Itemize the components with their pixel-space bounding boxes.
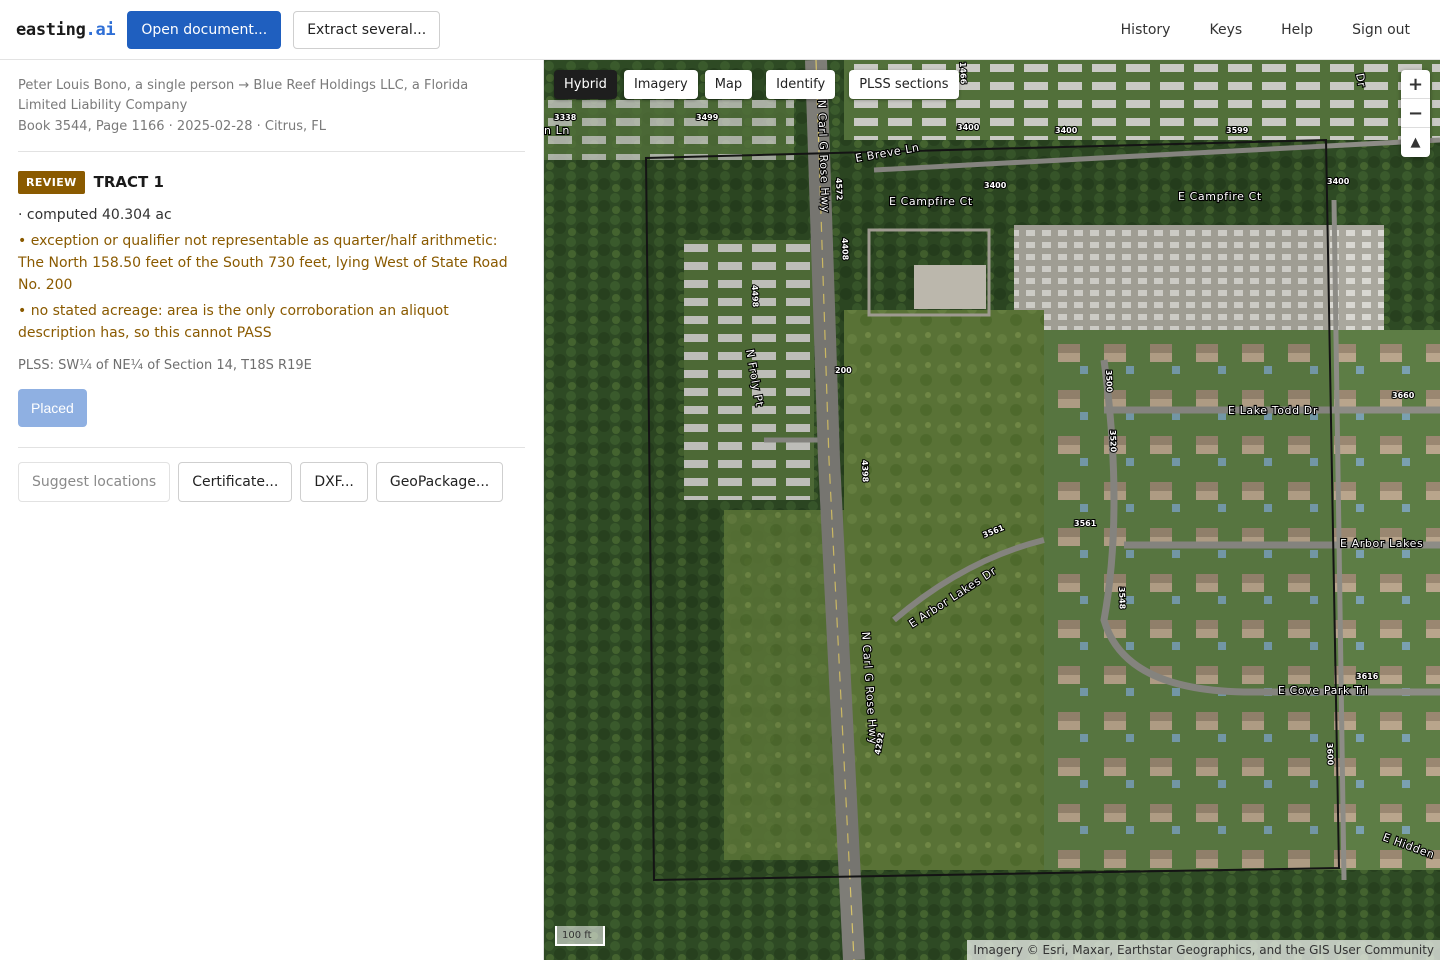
certificate-button[interactable]: Certificate... xyxy=(178,462,293,502)
plss-sections-button[interactable]: PLSS sections xyxy=(849,70,959,99)
plss-description: PLSS: SW¼ of NE¼ of Section 14, T18S R19… xyxy=(18,358,312,373)
tab-imagery[interactable]: Imagery xyxy=(623,70,698,99)
road-label: E Campfire Ct xyxy=(889,195,973,208)
address-number: 3500 xyxy=(1104,370,1114,393)
tab-hybrid[interactable]: Hybrid xyxy=(554,70,617,99)
address-number: 3561 xyxy=(1074,519,1097,528)
app-logo[interactable]: easting.ai xyxy=(16,19,116,40)
geopackage-button[interactable]: GeoPackage... xyxy=(375,462,504,502)
nav-help[interactable]: Help xyxy=(1281,22,1313,38)
address-number: 3499 xyxy=(696,113,719,122)
extract-several-button[interactable]: Extract several... xyxy=(293,10,441,49)
map-view[interactable]: E Breve Ln E Campfire Ct E Campfire Ct E… xyxy=(544,60,1440,960)
address-number: 3548 xyxy=(1117,587,1127,610)
address-number: 3660 xyxy=(1392,391,1415,400)
tract-header: REVIEW TRACT 1 xyxy=(18,170,525,194)
compass-reset-icon[interactable]: ▲ xyxy=(1401,128,1430,157)
address-number: 3599 xyxy=(1226,126,1249,135)
address-number: 3616 xyxy=(1356,672,1379,681)
address-number: 4498 xyxy=(750,285,760,308)
deed-meta: Book 3544, Page 1166 · 2025-02-28 · Citr… xyxy=(18,119,326,134)
warning-item: • no stated acreage: area is the only co… xyxy=(18,303,449,341)
road-label: E Arbor Lakes xyxy=(1340,537,1423,550)
address-number: 4408 xyxy=(840,238,850,261)
top-bar: easting.ai Open document... Extract seve… xyxy=(0,0,1440,60)
divider xyxy=(18,151,525,152)
computed-acreage: · computed 40.304 ac xyxy=(18,207,172,223)
action-row: Suggest locations Certificate... DXF... … xyxy=(18,462,525,502)
road-label: E Lake Todd Dr xyxy=(1228,404,1318,417)
deed-panel: Peter Louis Bono, a single person → Blue… xyxy=(0,60,544,960)
tract-title: TRACT 1 xyxy=(93,173,164,191)
divider xyxy=(18,447,525,448)
status-badge: REVIEW xyxy=(18,170,85,194)
zoom-control: + − ▲ xyxy=(1401,70,1430,157)
road-label: E Cove Park Trl xyxy=(1278,684,1369,697)
address-number: 3338 xyxy=(554,113,577,122)
deed-parties: Peter Louis Bono, a single person → Blue… xyxy=(18,78,469,113)
zoom-in-button[interactable]: + xyxy=(1401,70,1430,99)
warning-item: • exception or qualifier not representab… xyxy=(18,233,508,293)
satellite-imagery[interactable]: E Breve Ln E Campfire Ct E Campfire Ct E… xyxy=(544,60,1440,960)
identify-button[interactable]: Identify xyxy=(766,70,836,99)
dxf-button[interactable]: DXF... xyxy=(300,462,368,502)
address-number: 3400 xyxy=(1327,177,1350,186)
map-attribution: Imagery © Esri, Maxar, Earthstar Geograp… xyxy=(967,940,1440,960)
placed-button[interactable]: Placed xyxy=(18,389,87,427)
top-nav: History Keys Help Sign out xyxy=(1121,22,1424,38)
suggest-locations-button[interactable]: Suggest locations xyxy=(18,462,171,502)
road-label: Dr xyxy=(1353,72,1368,88)
address-number: 3400 xyxy=(957,123,980,132)
map-layer-toolbar: Hybrid Imagery Map Identify PLSS section… xyxy=(554,70,966,99)
address-number: 200 xyxy=(835,366,852,375)
scale-bar: 100 ft xyxy=(555,926,605,946)
open-document-button[interactable]: Open document... xyxy=(127,10,282,49)
address-number: 3400 xyxy=(1055,126,1078,135)
nav-history[interactable]: History xyxy=(1121,22,1171,38)
logo-main: easting xyxy=(16,19,86,40)
nav-sign-out[interactable]: Sign out xyxy=(1352,22,1410,38)
tab-map[interactable]: Map xyxy=(704,70,753,99)
address-number: 3600 xyxy=(1325,743,1335,766)
address-number: 3400 xyxy=(984,181,1007,190)
logo-dot: .ai xyxy=(85,19,116,40)
address-number: 4572 xyxy=(834,178,844,201)
address-number: 3520 xyxy=(1108,430,1118,453)
nav-keys[interactable]: Keys xyxy=(1209,22,1242,38)
road-label: n Ln xyxy=(544,124,570,137)
address-number: 4398 xyxy=(860,460,870,483)
road-label: E Campfire Ct xyxy=(1178,190,1262,203)
zoom-out-button[interactable]: − xyxy=(1401,99,1430,128)
